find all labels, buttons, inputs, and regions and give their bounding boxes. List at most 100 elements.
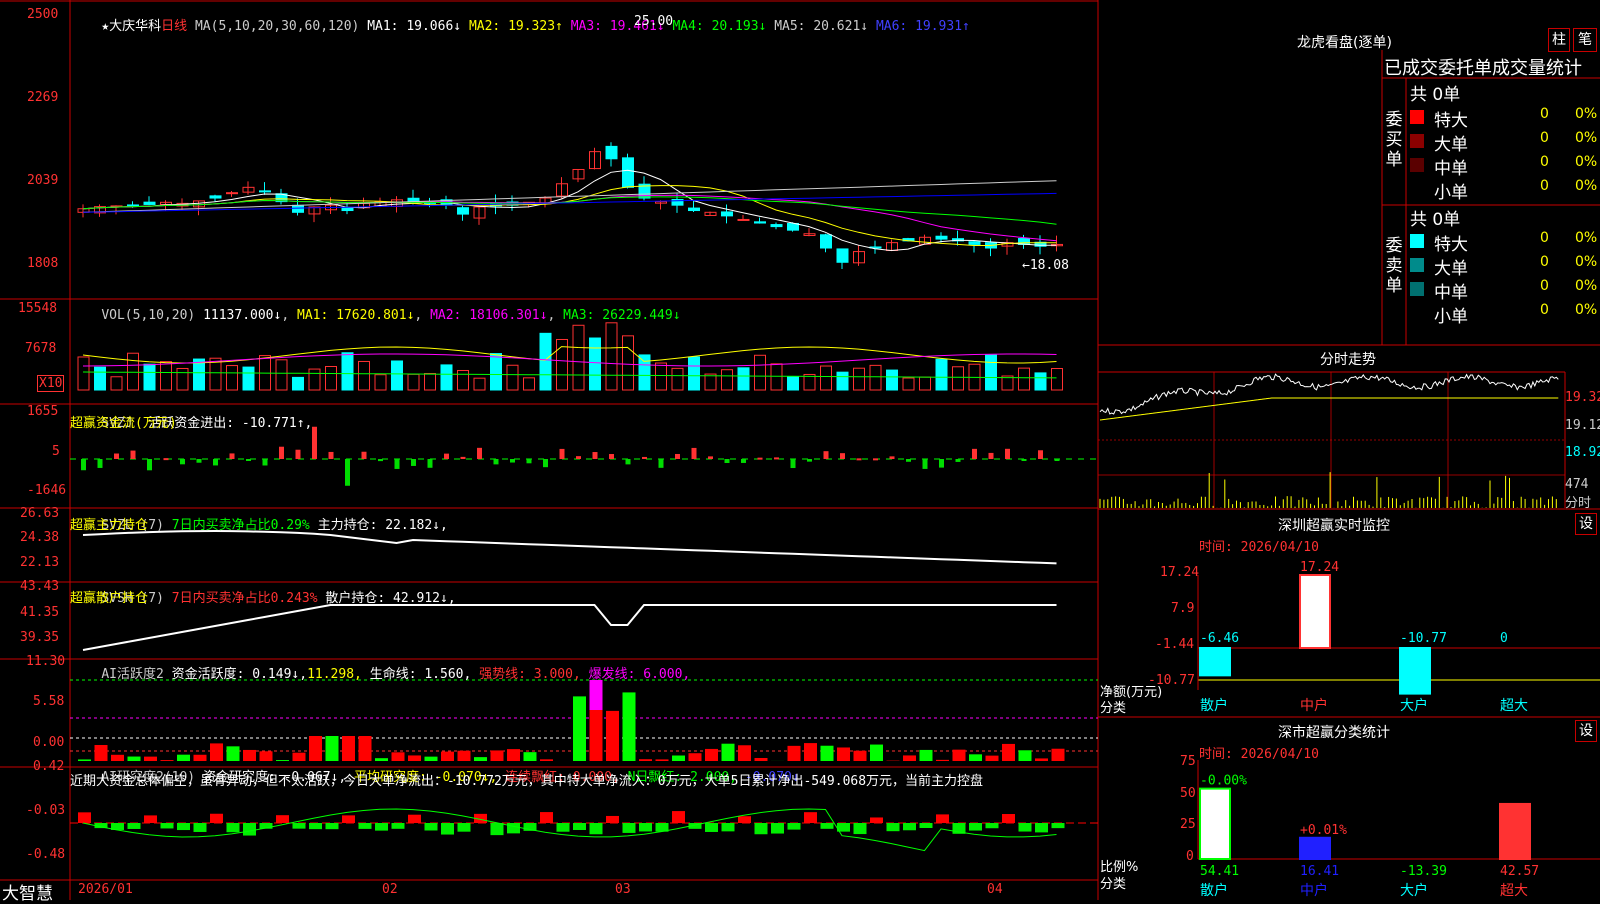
- activity-bar: [854, 751, 867, 761]
- period-label[interactable]: 日线: [161, 19, 187, 34]
- volume-bar: [276, 360, 287, 390]
- research-bar: [590, 823, 603, 834]
- volume-bar: [821, 366, 832, 390]
- sell-name: 小单: [1434, 302, 1468, 327]
- classify-bar: [1300, 838, 1330, 859]
- research-bar: [408, 815, 421, 823]
- research-bar: [392, 823, 405, 829]
- svzj-tick: -1646: [27, 483, 66, 498]
- buy-name: 大单: [1434, 130, 1468, 155]
- activity-bar: [953, 750, 966, 761]
- monitor-value: 0: [1500, 631, 1508, 646]
- color-swatch: [1410, 258, 1424, 272]
- sell-pct: 0%: [1575, 230, 1597, 246]
- candlestick: [144, 202, 155, 204]
- classify-xlabel: 分类: [1100, 873, 1126, 892]
- research-bar: [309, 823, 322, 829]
- classify-settings-button[interactable]: 设: [1575, 720, 1597, 742]
- volume-bar: [243, 367, 254, 390]
- stock-title[interactable]: ★大庆华科: [101, 19, 161, 34]
- volume-bar: [771, 364, 782, 390]
- volume-bar: [375, 375, 386, 390]
- fund-flow-bar: [131, 451, 136, 459]
- classify-category: 大户: [1400, 882, 1428, 899]
- fund-flow-bar: [956, 459, 961, 462]
- buy-row: 特大00%: [1410, 106, 1600, 128]
- fund-flow-bar: [428, 459, 433, 468]
- fund-flow-bar: [461, 457, 466, 459]
- dragon-title: 龙虎看盘(逐单): [1297, 32, 1392, 52]
- sell-row: 小单00%: [1410, 302, 1600, 324]
- buy-pct: 0%: [1575, 106, 1597, 122]
- intraday-vol-label: 分时: [1565, 492, 1591, 511]
- buy-name: 中单: [1434, 154, 1468, 179]
- tick-view-button[interactable]: 笔: [1573, 28, 1597, 52]
- svzj-tick: 5: [52, 444, 60, 459]
- research-bar: [194, 823, 207, 832]
- price-tick: 2269: [27, 90, 58, 105]
- research-bar: [771, 823, 784, 834]
- activity-bar: [903, 755, 916, 761]
- vol-ma2: MA2: 18106.301↓: [430, 308, 547, 323]
- classify-tick: 75: [1180, 754, 1196, 769]
- ai-active-tick: 0.00: [33, 735, 64, 750]
- volume-bar: [1019, 368, 1030, 390]
- sell-pct: 0%: [1575, 278, 1597, 294]
- volume-bar: [903, 378, 914, 390]
- color-swatch: [1410, 158, 1424, 172]
- ai-research-tick: 0.42: [33, 759, 64, 774]
- brand-logo[interactable]: 大智慧: [2, 879, 53, 904]
- intraday-vol-tick: 474: [1565, 477, 1588, 492]
- research-bar: [1019, 823, 1032, 832]
- fund-flow-bar: [890, 456, 895, 459]
- vol-value: 11137.000↓: [203, 308, 281, 323]
- svzl-tick: 22.13: [20, 555, 59, 570]
- buy-row: 大单00%: [1410, 130, 1600, 152]
- volume-bar: [689, 357, 700, 390]
- monitor-title: 深圳超赢实时监控: [1278, 515, 1390, 535]
- candlestick: [788, 223, 799, 230]
- sell-count: 0: [1540, 278, 1549, 294]
- volume-bar: [78, 357, 89, 390]
- column-view-button[interactable]: 柱: [1548, 28, 1570, 52]
- volume-bar: [870, 365, 881, 390]
- monitor-tick: -1.44: [1155, 637, 1194, 652]
- volume-bar: [227, 366, 238, 390]
- monitor-value: -6.46: [1200, 631, 1239, 646]
- buy-count: 0: [1540, 130, 1549, 146]
- activity-bar: [1035, 758, 1048, 761]
- fund-flow-bar: [906, 459, 911, 462]
- fund-flow-bar: [477, 448, 482, 459]
- volume-bar: [342, 353, 353, 390]
- research-bar: [1002, 814, 1015, 823]
- color-swatch: [1410, 134, 1424, 148]
- volume-bar: [705, 374, 716, 390]
- fund-flow-bar: [362, 452, 367, 459]
- research-bar: [969, 823, 982, 831]
- candlestick: [738, 219, 749, 220]
- fund-flow-bar: [279, 447, 284, 459]
- price-tick: 2039: [27, 173, 58, 188]
- volume-bar: [408, 374, 419, 390]
- sell-name: 中单: [1434, 278, 1468, 303]
- candlestick: [128, 205, 139, 206]
- ma-line: [83, 186, 1057, 246]
- svzl-text1: 7日内买卖净占比0.29%: [172, 518, 310, 533]
- monitor-settings-button[interactable]: 设: [1575, 513, 1597, 535]
- volume-bar: [161, 362, 172, 390]
- vol-ma-line: [83, 372, 1057, 378]
- fund-flow-bar: [675, 454, 680, 459]
- volume-bar: [95, 367, 106, 390]
- ma6-value: MA6: 19.931↑: [876, 19, 970, 34]
- volume-bar: [309, 369, 320, 390]
- volume-bar: [755, 355, 766, 390]
- price-tick: 1808: [27, 256, 58, 271]
- volume-bar: [986, 355, 997, 390]
- vol-ma3: MA3: 26229.449↓: [563, 308, 680, 323]
- research-bar: [161, 823, 174, 828]
- fund-flow-bar: [593, 452, 598, 459]
- intraday-tick: 19.12: [1565, 418, 1600, 433]
- candlestick: [342, 208, 353, 211]
- volume-bar: [524, 378, 535, 390]
- fund-flow-bar: [758, 458, 763, 460]
